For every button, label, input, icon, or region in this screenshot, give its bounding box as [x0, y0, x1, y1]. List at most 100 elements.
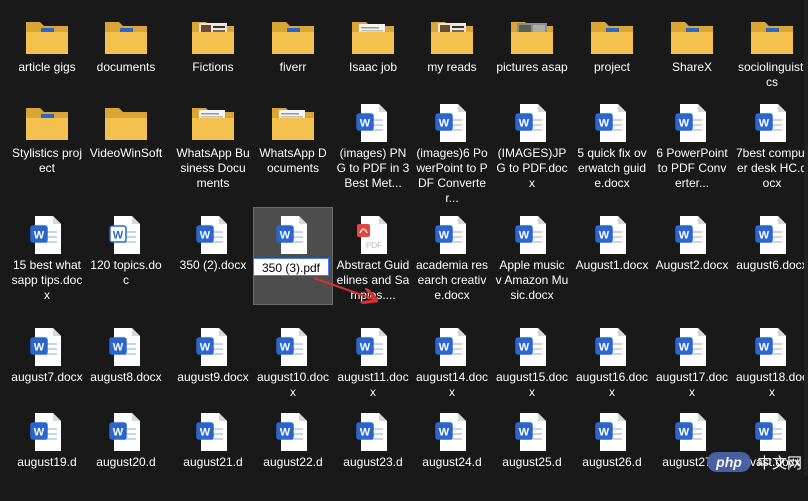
svg-text:W: W [759, 342, 770, 354]
file-item[interactable]: W august17.docx [653, 320, 731, 416]
folder-icon [102, 102, 150, 144]
svg-text:W: W [679, 342, 690, 354]
file-item[interactable]: W august6.docx [733, 208, 808, 304]
item-label: august16.docx [575, 370, 649, 399]
svg-text:W: W [200, 342, 211, 354]
folder-item[interactable]: WhatsApp Documents [254, 96, 332, 192]
file-item[interactable]: W 7best computer desk HC.docx [733, 96, 808, 192]
file-item[interactable]: W August1.docx [573, 208, 651, 304]
file-item[interactable]: W august15.docx [493, 320, 571, 416]
file-item[interactable]: W august25.d [493, 405, 571, 501]
file-item[interactable]: W august7.docx [8, 320, 86, 416]
folder-item[interactable]: sociolinguistics [733, 10, 808, 106]
file-item[interactable]: W 6 PowerPoint to PDF Converter... [653, 96, 731, 192]
word-document-icon: W [102, 411, 150, 453]
file-item[interactable]: W august24.d [413, 405, 491, 501]
folder-icon [748, 16, 796, 58]
svg-text:W: W [280, 427, 291, 439]
file-item[interactable]: W August2.docx [653, 208, 731, 304]
item-label: august14.docx [415, 370, 489, 399]
file-item[interactable]: W august23.d [334, 405, 412, 501]
file-item[interactable]: W academia research creative.docx [413, 208, 491, 304]
svg-text:W: W [439, 427, 450, 439]
folder-item[interactable]: Fictions [174, 10, 252, 106]
item-label: ShareX [671, 60, 713, 74]
file-grid: article gigs documents Fictions fiverr I… [0, 0, 808, 476]
item-label: august6.docx [736, 258, 808, 272]
word-document-icon: W [428, 102, 476, 144]
svg-text:W: W [759, 427, 770, 439]
file-item[interactable]: W august22.d [254, 405, 332, 501]
item-label: august26.d [582, 455, 642, 469]
folder-item[interactable]: WhatsApp Business Documents [174, 96, 252, 192]
item-label: (images)6 PowerPoint to PDF Converter... [416, 146, 488, 205]
file-item[interactable]: W 15 best whatsapp tips.docx [8, 208, 86, 304]
file-item[interactable]: W august11.docx [334, 320, 412, 416]
file-item[interactable]: W 350 (3).pdf [253, 207, 333, 305]
folder-item[interactable]: pictures asap [493, 10, 571, 106]
file-item[interactable]: W august10.docx [254, 320, 332, 416]
item-label: Apple music v Amazon Music.docx [495, 258, 569, 302]
watermark-text: 中文网 [756, 454, 802, 472]
file-item[interactable]: W 120 topics.doc [87, 208, 165, 304]
file-item[interactable]: W august21.d [174, 405, 252, 501]
folder-icon [23, 102, 71, 144]
item-label: august20.d [96, 455, 156, 469]
folder-item[interactable]: project [573, 10, 651, 106]
file-item[interactable]: W august16.docx [573, 320, 651, 416]
file-item[interactable]: W Apple music v Amazon Music.docx [493, 208, 571, 304]
folder-item[interactable]: Isaac job [334, 10, 412, 106]
word-document-icon: W [102, 326, 150, 368]
folder-icon [349, 16, 397, 58]
svg-text:W: W [759, 230, 770, 242]
file-item[interactable]: PDF Abstract Guidelines and Samples.... [334, 208, 412, 304]
rename-input[interactable]: 350 (3).pdf [253, 258, 329, 276]
item-label: august9.docx [177, 370, 249, 384]
svg-text:W: W [759, 118, 770, 130]
file-item[interactable]: W august26.d [573, 405, 651, 501]
svg-text:W: W [519, 118, 530, 130]
item-label: august21.d [183, 455, 243, 469]
word-document-icon: W [23, 411, 71, 453]
item-label: august24.d [422, 455, 482, 469]
item-label: August2.docx [655, 258, 729, 272]
word-document-icon: W [189, 214, 237, 256]
file-item[interactable]: W august14.docx [413, 320, 491, 416]
folder-item[interactable]: ShareX [653, 10, 731, 106]
item-label: project [593, 60, 631, 74]
word-document-icon: W [428, 326, 476, 368]
file-item[interactable]: W (images)6 PowerPoint to PDF Converter.… [413, 96, 491, 205]
file-item[interactable]: W august18.docx [733, 320, 808, 416]
item-label: fiverr [279, 60, 307, 74]
file-item[interactable]: W 350 (2).docx [174, 208, 252, 304]
folder-icon [428, 16, 476, 58]
svg-text:W: W [200, 230, 211, 242]
item-label: article gigs [18, 60, 76, 74]
word-document-icon: W [508, 102, 556, 144]
item-label: August1.docx [575, 258, 649, 272]
file-item[interactable]: W august20.d [87, 405, 165, 501]
folder-item[interactable]: fiverr [254, 10, 332, 106]
word-document-icon: W [23, 326, 71, 368]
folder-item[interactable]: Stylistics project [8, 96, 86, 192]
file-item[interactable]: W 5 quick fix overwatch guide.docx [573, 96, 651, 192]
svg-text:W: W [360, 118, 371, 130]
file-item[interactable]: W (images) PNG to PDF in 3 Best Met... [334, 96, 412, 192]
file-item[interactable]: W august8.docx [87, 320, 165, 416]
file-item[interactable]: W (IMAGES)JPG to PDF.docx [493, 96, 571, 192]
svg-text:W: W [113, 230, 124, 242]
file-item[interactable]: W august9.docx [174, 320, 252, 416]
item-label: sociolinguistics [737, 60, 807, 89]
folder-item[interactable]: article gigs [8, 10, 86, 106]
item-label: 6 PowerPoint to PDF Converter... [656, 146, 728, 190]
svg-text:W: W [679, 118, 690, 130]
word-document-icon: W [508, 326, 556, 368]
folder-item[interactable]: documents [87, 10, 165, 106]
folder-item[interactable]: my reads [413, 10, 491, 106]
word-document-icon: W [668, 102, 716, 144]
word-document-icon: W [588, 411, 636, 453]
watermark: php 中文网 [706, 450, 802, 474]
file-item[interactable]: W august19.d [8, 405, 86, 501]
scrollbar[interactable] [804, 0, 808, 476]
folder-item[interactable]: VideoWinSoft [87, 96, 165, 192]
